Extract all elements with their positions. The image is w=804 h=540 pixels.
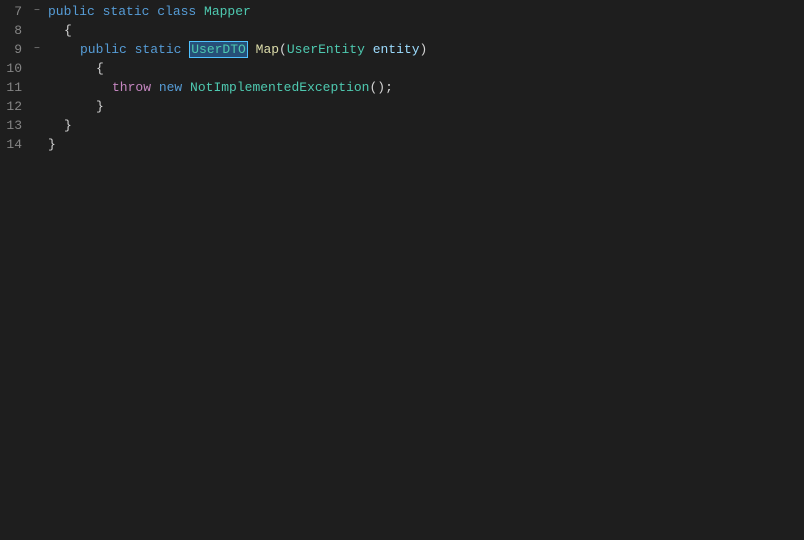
line-content-8: {: [44, 21, 804, 40]
code-line-8: 8 {: [0, 21, 804, 40]
line-content-9: public static UserDTO Map(UserEntity ent…: [44, 40, 804, 59]
line-content-14: }: [44, 135, 804, 154]
line-content-10: {: [44, 59, 804, 78]
line-number-9: 9: [0, 42, 30, 57]
code-area: 7 − public static class Mapper 8 { 9 − p…: [0, 0, 804, 540]
fold-gutter-9[interactable]: −: [30, 44, 44, 55]
code-line-11: 11 throw new NotImplementedException();: [0, 78, 804, 97]
highlight-userdto: UserDTO: [189, 41, 248, 58]
code-line-14: 14 }: [0, 135, 804, 154]
line-number-13: 13: [0, 118, 30, 133]
code-line-7: 7 − public static class Mapper: [0, 2, 804, 21]
code-line-13: 13 }: [0, 116, 804, 135]
line-number-8: 8: [0, 23, 30, 38]
code-line-9: 9 − public static UserDTO Map(UserEntity…: [0, 40, 804, 59]
line-number-10: 10: [0, 61, 30, 76]
fold-gutter-7[interactable]: −: [30, 6, 44, 17]
line-content-11: throw new NotImplementedException();: [44, 78, 804, 97]
line-content-12: }: [44, 97, 804, 116]
line-content-7: public static class Mapper: [44, 2, 804, 21]
line-number-12: 12: [0, 99, 30, 114]
line-content-13: }: [44, 116, 804, 135]
line-number-11: 11: [0, 80, 30, 95]
code-editor: 7 − public static class Mapper 8 { 9 − p…: [0, 0, 804, 540]
line-number-7: 7: [0, 4, 30, 19]
code-line-12: 12 }: [0, 97, 804, 116]
code-line-10: 10 {: [0, 59, 804, 78]
line-number-14: 14: [0, 137, 30, 152]
